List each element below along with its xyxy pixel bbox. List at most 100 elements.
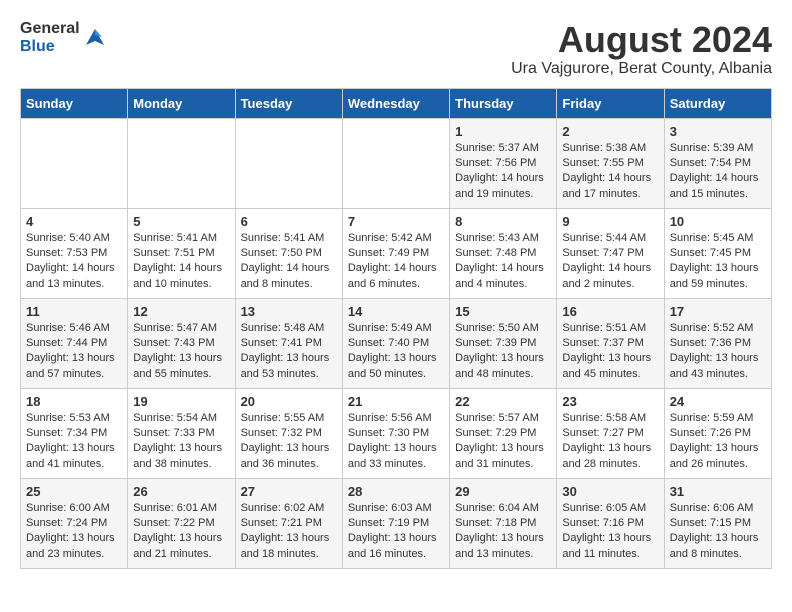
day-info: Sunrise: 5:41 AMSunset: 7:50 PMDaylight:…	[241, 231, 337, 293]
calendar-cell: 2 Sunrise: 5:38 AMSunset: 7:55 PMDayligh…	[557, 118, 664, 208]
day-number: 5	[133, 214, 229, 229]
calendar-cell: 23 Sunrise: 5:58 AMSunset: 7:27 PMDaylig…	[557, 388, 664, 478]
calendar-week-row: 25 Sunrise: 6:00 AMSunset: 7:24 PMDaylig…	[21, 478, 772, 568]
day-info: Sunrise: 5:58 AMSunset: 7:27 PMDaylight:…	[562, 411, 658, 473]
day-info: Sunrise: 5:51 AMSunset: 7:37 PMDaylight:…	[562, 321, 658, 383]
day-info: Sunrise: 5:41 AMSunset: 7:51 PMDaylight:…	[133, 231, 229, 293]
calendar-cell: 25 Sunrise: 6:00 AMSunset: 7:24 PMDaylig…	[21, 478, 128, 568]
calendar-cell: 13 Sunrise: 5:48 AMSunset: 7:41 PMDaylig…	[235, 298, 342, 388]
day-number: 17	[670, 304, 766, 319]
day-info: Sunrise: 5:43 AMSunset: 7:48 PMDaylight:…	[455, 231, 551, 293]
weekday-header-wednesday: Wednesday	[342, 88, 449, 118]
day-number: 16	[562, 304, 658, 319]
calendar-cell	[235, 118, 342, 208]
weekday-header-saturday: Saturday	[664, 88, 771, 118]
calendar-cell	[342, 118, 449, 208]
calendar-cell: 20 Sunrise: 5:55 AMSunset: 7:32 PMDaylig…	[235, 388, 342, 478]
weekday-header-row: SundayMondayTuesdayWednesdayThursdayFrid…	[21, 88, 772, 118]
calendar-week-row: 4 Sunrise: 5:40 AMSunset: 7:53 PMDayligh…	[21, 208, 772, 298]
calendar-cell: 28 Sunrise: 6:03 AMSunset: 7:19 PMDaylig…	[342, 478, 449, 568]
logo-blue: Blue	[20, 38, 55, 55]
day-number: 2	[562, 124, 658, 139]
day-info: Sunrise: 5:50 AMSunset: 7:39 PMDaylight:…	[455, 321, 551, 383]
calendar-cell: 5 Sunrise: 5:41 AMSunset: 7:51 PMDayligh…	[128, 208, 235, 298]
day-info: Sunrise: 5:42 AMSunset: 7:49 PMDaylight:…	[348, 231, 444, 293]
day-number: 1	[455, 124, 551, 139]
calendar-cell: 10 Sunrise: 5:45 AMSunset: 7:45 PMDaylig…	[664, 208, 771, 298]
logo-text: General Blue	[20, 20, 80, 55]
day-info: Sunrise: 5:40 AMSunset: 7:53 PMDaylight:…	[26, 231, 122, 293]
day-number: 14	[348, 304, 444, 319]
day-info: Sunrise: 6:03 AMSunset: 7:19 PMDaylight:…	[348, 501, 444, 563]
calendar-week-row: 11 Sunrise: 5:46 AMSunset: 7:44 PMDaylig…	[21, 298, 772, 388]
calendar-cell: 14 Sunrise: 5:49 AMSunset: 7:40 PMDaylig…	[342, 298, 449, 388]
logo: General Blue	[20, 20, 106, 55]
day-number: 25	[26, 484, 122, 499]
day-info: Sunrise: 5:44 AMSunset: 7:47 PMDaylight:…	[562, 231, 658, 293]
calendar-cell: 29 Sunrise: 6:04 AMSunset: 7:18 PMDaylig…	[450, 478, 557, 568]
calendar-cell: 15 Sunrise: 5:50 AMSunset: 7:39 PMDaylig…	[450, 298, 557, 388]
day-info: Sunrise: 6:02 AMSunset: 7:21 PMDaylight:…	[241, 501, 337, 563]
day-info: Sunrise: 5:57 AMSunset: 7:29 PMDaylight:…	[455, 411, 551, 473]
day-number: 27	[241, 484, 337, 499]
day-number: 6	[241, 214, 337, 229]
calendar-cell: 31 Sunrise: 6:06 AMSunset: 7:15 PMDaylig…	[664, 478, 771, 568]
logo-general: General	[20, 20, 80, 37]
day-number: 23	[562, 394, 658, 409]
calendar-table: SundayMondayTuesdayWednesdayThursdayFrid…	[20, 88, 772, 569]
day-number: 10	[670, 214, 766, 229]
calendar-cell: 3 Sunrise: 5:39 AMSunset: 7:54 PMDayligh…	[664, 118, 771, 208]
calendar-cell: 30 Sunrise: 6:05 AMSunset: 7:16 PMDaylig…	[557, 478, 664, 568]
day-info: Sunrise: 6:06 AMSunset: 7:15 PMDaylight:…	[670, 501, 766, 563]
day-number: 26	[133, 484, 229, 499]
day-number: 30	[562, 484, 658, 499]
day-number: 22	[455, 394, 551, 409]
day-number: 13	[241, 304, 337, 319]
calendar-cell: 16 Sunrise: 5:51 AMSunset: 7:37 PMDaylig…	[557, 298, 664, 388]
page-header: General Blue August 2024 Ura Vajgurore, …	[20, 20, 772, 78]
weekday-header-thursday: Thursday	[450, 88, 557, 118]
day-info: Sunrise: 6:04 AMSunset: 7:18 PMDaylight:…	[455, 501, 551, 563]
weekday-header-tuesday: Tuesday	[235, 88, 342, 118]
day-info: Sunrise: 5:53 AMSunset: 7:34 PMDaylight:…	[26, 411, 122, 473]
calendar-cell: 9 Sunrise: 5:44 AMSunset: 7:47 PMDayligh…	[557, 208, 664, 298]
day-number: 12	[133, 304, 229, 319]
day-info: Sunrise: 5:47 AMSunset: 7:43 PMDaylight:…	[133, 321, 229, 383]
calendar-cell: 17 Sunrise: 5:52 AMSunset: 7:36 PMDaylig…	[664, 298, 771, 388]
calendar-week-row: 1 Sunrise: 5:37 AMSunset: 7:56 PMDayligh…	[21, 118, 772, 208]
day-info: Sunrise: 6:01 AMSunset: 7:22 PMDaylight:…	[133, 501, 229, 563]
calendar-cell: 22 Sunrise: 5:57 AMSunset: 7:29 PMDaylig…	[450, 388, 557, 478]
day-number: 29	[455, 484, 551, 499]
day-number: 19	[133, 394, 229, 409]
calendar-cell	[21, 118, 128, 208]
calendar-cell: 4 Sunrise: 5:40 AMSunset: 7:53 PMDayligh…	[21, 208, 128, 298]
day-number: 4	[26, 214, 122, 229]
day-number: 3	[670, 124, 766, 139]
day-info: Sunrise: 5:45 AMSunset: 7:45 PMDaylight:…	[670, 231, 766, 293]
day-number: 28	[348, 484, 444, 499]
day-number: 7	[348, 214, 444, 229]
calendar-cell: 21 Sunrise: 5:56 AMSunset: 7:30 PMDaylig…	[342, 388, 449, 478]
weekday-header-sunday: Sunday	[21, 88, 128, 118]
calendar-cell: 6 Sunrise: 5:41 AMSunset: 7:50 PMDayligh…	[235, 208, 342, 298]
day-info: Sunrise: 5:52 AMSunset: 7:36 PMDaylight:…	[670, 321, 766, 383]
day-info: Sunrise: 5:48 AMSunset: 7:41 PMDaylight:…	[241, 321, 337, 383]
day-info: Sunrise: 5:37 AMSunset: 7:56 PMDaylight:…	[455, 141, 551, 203]
day-number: 20	[241, 394, 337, 409]
calendar-cell: 1 Sunrise: 5:37 AMSunset: 7:56 PMDayligh…	[450, 118, 557, 208]
day-info: Sunrise: 5:55 AMSunset: 7:32 PMDaylight:…	[241, 411, 337, 473]
day-info: Sunrise: 5:56 AMSunset: 7:30 PMDaylight:…	[348, 411, 444, 473]
day-number: 8	[455, 214, 551, 229]
day-info: Sunrise: 5:38 AMSunset: 7:55 PMDaylight:…	[562, 141, 658, 203]
day-info: Sunrise: 6:05 AMSunset: 7:16 PMDaylight:…	[562, 501, 658, 563]
day-number: 15	[455, 304, 551, 319]
logo-bird-icon	[84, 27, 106, 49]
title-area: August 2024 Ura Vajgurore, Berat County,…	[511, 20, 772, 78]
day-info: Sunrise: 5:39 AMSunset: 7:54 PMDaylight:…	[670, 141, 766, 203]
day-info: Sunrise: 5:59 AMSunset: 7:26 PMDaylight:…	[670, 411, 766, 473]
day-number: 21	[348, 394, 444, 409]
month-title: August 2024	[511, 20, 772, 60]
calendar-cell: 7 Sunrise: 5:42 AMSunset: 7:49 PMDayligh…	[342, 208, 449, 298]
day-number: 9	[562, 214, 658, 229]
day-number: 18	[26, 394, 122, 409]
